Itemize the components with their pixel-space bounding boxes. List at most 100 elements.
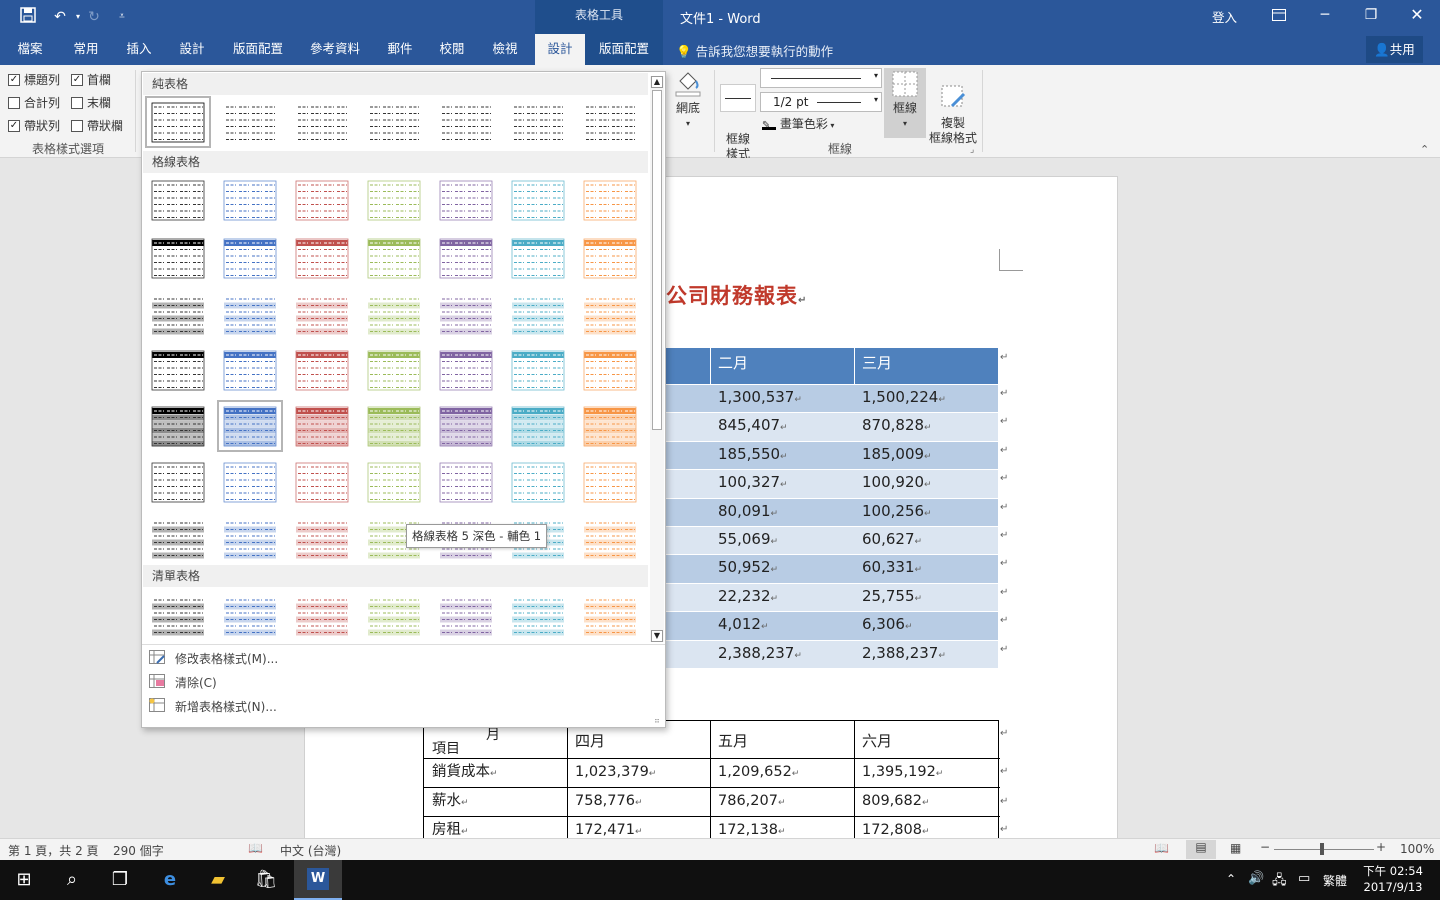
zoom-level[interactable]: 100%: [1400, 842, 1434, 856]
table-style-thumbnail[interactable]: [438, 101, 494, 143]
modify-table-style-command[interactable]: 修改表格樣式(M)...: [175, 650, 278, 667]
table-style-thumbnail[interactable]: [582, 349, 638, 391]
table-cell[interactable]: 4,012↵: [711, 613, 769, 638]
finance-table-1[interactable]: 二月 三月 1,300,537↵ 1,500,224↵ 845,407↵ 870,82…: [666, 348, 998, 668]
table-style-thumbnail[interactable]: [294, 179, 350, 221]
table-style-thumbnail[interactable]: [294, 293, 350, 335]
table-style-thumbnail[interactable]: [438, 293, 494, 335]
scroll-down-icon[interactable]: ▼: [651, 630, 663, 642]
clear-table-style-command[interactable]: 清除(C): [175, 674, 217, 691]
banded-rows-checkbox[interactable]: ✓ 帶狀列: [8, 117, 60, 134]
table-cell[interactable]: 100,920↵: [855, 471, 932, 496]
save-icon[interactable]: [18, 7, 38, 27]
table-cell[interactable]: 758,776↵: [568, 790, 643, 814]
table-styles-gallery[interactable]: 純表格 格線表格 清單表格 ▲ ▼ 修改表格樣式(M)... 清除(C) 新增表…: [141, 71, 666, 728]
undo-icon[interactable]: ↶: [50, 7, 70, 27]
table-style-thumbnail[interactable]: [150, 594, 206, 636]
tab-mailings[interactable]: 郵件: [380, 34, 420, 65]
word-taskbar-icon[interactable]: W: [294, 860, 342, 900]
table-style-thumbnail[interactable]: [222, 179, 278, 221]
zoom-out-icon[interactable]: −: [1260, 840, 1270, 854]
table-style-thumbnail[interactable]: [222, 517, 278, 559]
tab-insert[interactable]: 插入: [119, 34, 159, 65]
table-cell[interactable]: 809,682↵: [855, 790, 930, 814]
table-style-thumbnail[interactable]: [510, 461, 566, 503]
table-style-thumbnail[interactable]: [582, 517, 638, 559]
task-view-icon[interactable]: ❐: [104, 864, 136, 896]
table-cell[interactable]: 80,091↵: [711, 500, 778, 525]
table-style-thumbnail[interactable]: [294, 101, 350, 143]
table-style-thumbnail[interactable]: [294, 405, 350, 447]
notification-icon[interactable]: ▭: [1298, 871, 1310, 886]
table-cell[interactable]: 6,306↵: [855, 613, 913, 638]
table-style-thumbnail[interactable]: [366, 179, 422, 221]
table-style-thumbnail[interactable]: [582, 101, 638, 143]
table-style-thumbnail[interactable]: [510, 405, 566, 447]
corner-header-item[interactable]: 項目: [432, 738, 460, 758]
header-cell-jun[interactable]: 六月: [855, 730, 892, 752]
last-col-checkbox[interactable]: 末欄: [71, 94, 111, 111]
table-style-thumbnail[interactable]: [150, 349, 206, 391]
minimize-icon[interactable]: ─: [1302, 0, 1348, 30]
table-cell[interactable]: 1,023,379↵: [568, 761, 656, 785]
table-style-thumbnail[interactable]: [294, 594, 350, 636]
table-style-thumbnail[interactable]: [438, 594, 494, 636]
table-style-thumbnail[interactable]: [150, 405, 206, 447]
table-style-thumbnail[interactable]: [145, 96, 211, 148]
table-cell[interactable]: 1,300,537↵: [711, 386, 802, 411]
header-cell-feb[interactable]: 二月: [711, 352, 748, 374]
table-cell[interactable]: 185,550↵: [711, 443, 788, 468]
header-row-checkbox[interactable]: ✓ 標題列: [8, 71, 60, 88]
total-row-checkbox[interactable]: 合計列: [8, 94, 60, 111]
scroll-up-icon[interactable]: ▲: [651, 76, 663, 88]
table-style-thumbnail[interactable]: [438, 179, 494, 221]
page-count[interactable]: 第 1 頁，共 2 頁: [8, 842, 99, 859]
table-style-thumbnail[interactable]: [366, 594, 422, 636]
resize-grip-icon[interactable]: ⠶: [654, 716, 660, 725]
table-style-thumbnail[interactable]: [366, 101, 422, 143]
table-style-thumbnail[interactable]: [150, 517, 206, 559]
table-cell[interactable]: 2,388,237↵: [711, 642, 802, 667]
table-cell[interactable]: 1,500,224↵: [855, 386, 946, 411]
table-cell[interactable]: 1,209,652↵: [711, 761, 799, 785]
table-style-thumbnail[interactable]: [366, 293, 422, 335]
table-style-thumbnail[interactable]: [510, 101, 566, 143]
table-style-thumbnail[interactable]: [217, 400, 283, 452]
table-cell[interactable]: 60,627↵: [855, 528, 922, 553]
finance-table-2[interactable]: 月 項目 四月 五月 六月 銷貨成本↵ 1,023,379↵ 1,209,652↵ 1…: [423, 720, 1000, 843]
table-style-thumbnail[interactable]: [510, 237, 566, 279]
table-style-thumbnail[interactable]: [294, 461, 350, 503]
tab-file[interactable]: 檔案: [10, 34, 50, 65]
tab-home[interactable]: 常用: [66, 34, 106, 65]
table-style-thumbnail[interactable]: [294, 349, 350, 391]
table-style-thumbnail[interactable]: [510, 594, 566, 636]
tab-layout[interactable]: 版面配置: [226, 34, 290, 65]
tab-review[interactable]: 校閱: [432, 34, 472, 65]
table-style-thumbnail[interactable]: [438, 405, 494, 447]
start-icon[interactable]: ⊞: [8, 864, 40, 896]
table-style-thumbnail[interactable]: [510, 179, 566, 221]
table-cell[interactable]: 55,069↵: [711, 528, 778, 553]
header-cell-mar[interactable]: 三月: [855, 352, 892, 374]
share-button[interactable]: 👤共用: [1366, 36, 1423, 63]
borders-button[interactable]: 框線 ▾: [884, 68, 926, 138]
table-style-thumbnail[interactable]: [582, 293, 638, 335]
table-style-thumbnail[interactable]: [222, 594, 278, 636]
shading-button[interactable]: 網底 ▾: [668, 69, 708, 131]
tab-table-layout[interactable]: 版面配置: [585, 34, 663, 65]
table-style-thumbnail[interactable]: [222, 237, 278, 279]
edge-icon[interactable]: e: [154, 864, 186, 896]
ribbon-display-options-icon[interactable]: [1256, 0, 1302, 30]
table-style-thumbnail[interactable]: [510, 349, 566, 391]
line-weight-dropdown[interactable]: 1/2 pt ▾: [760, 92, 882, 112]
table-style-thumbnail[interactable]: [222, 461, 278, 503]
restore-icon[interactable]: ❐: [1348, 0, 1394, 30]
read-mode-icon[interactable]: 📖: [1154, 841, 1169, 855]
zoom-in-icon[interactable]: +: [1376, 840, 1386, 854]
table-style-thumbnail[interactable]: [366, 461, 422, 503]
row-label-cell[interactable]: 薪水↵: [425, 790, 469, 814]
table-cell[interactable]: 786,207↵: [711, 790, 786, 814]
tray-chevron-icon[interactable]: ⌃: [1226, 872, 1236, 886]
table-style-thumbnail[interactable]: [150, 237, 206, 279]
proofing-icon[interactable]: 📖: [248, 841, 263, 855]
